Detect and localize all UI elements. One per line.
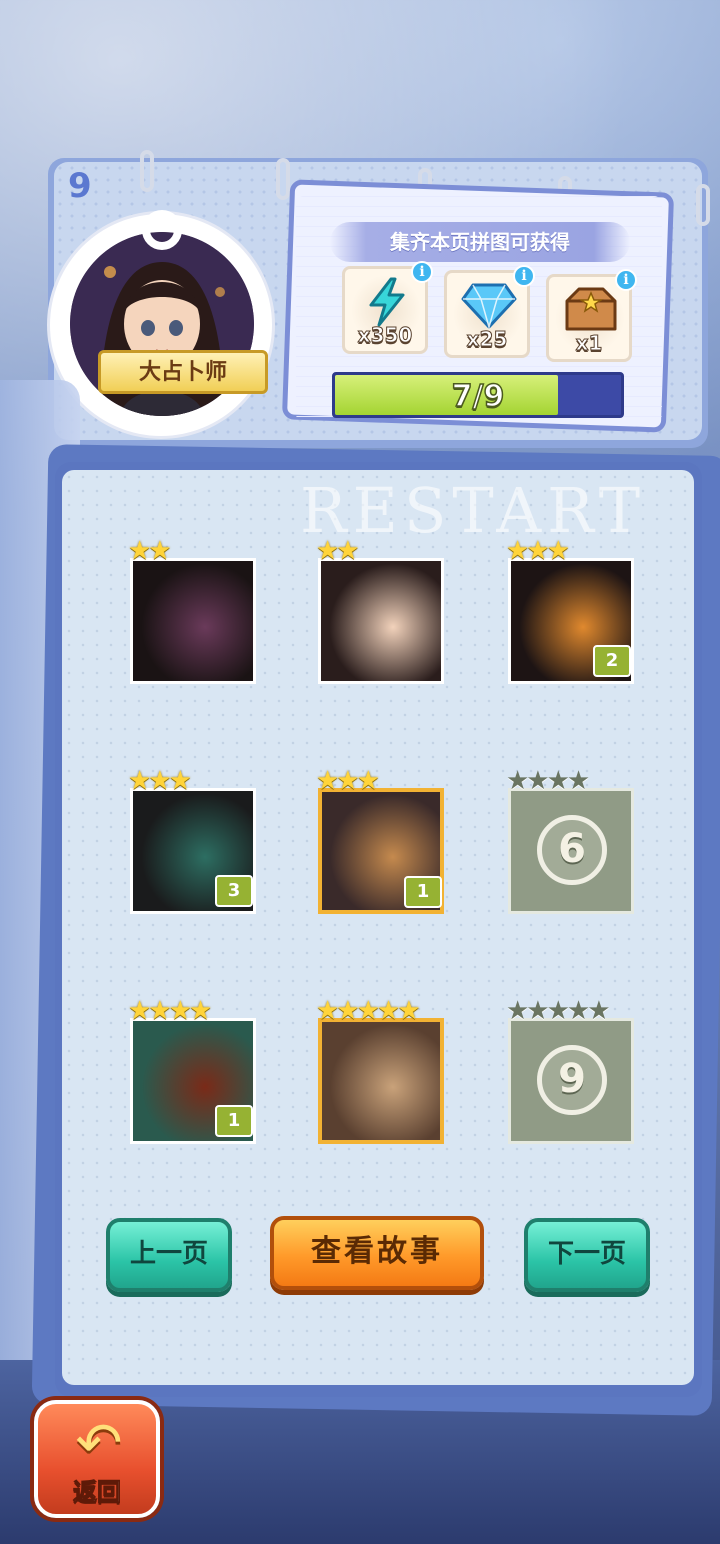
puzzle-piece-image — [133, 561, 253, 681]
info-icon[interactable]: i — [411, 261, 433, 283]
puzzle-piece[interactable] — [130, 558, 256, 684]
info-icon[interactable]: i — [513, 265, 535, 287]
reward-item-diamond[interactable]: x25 i — [444, 265, 535, 358]
binder-ring — [276, 158, 290, 200]
piece-count-badge: 3 — [215, 875, 253, 907]
reward-qty: x25 — [466, 327, 508, 352]
piece-star-rating: ★★★ — [506, 536, 570, 566]
puzzle-piece-image — [322, 1022, 440, 1140]
reward-qty: x1 — [575, 331, 603, 356]
piece-star-rating: ★★ — [128, 536, 172, 566]
puzzle-piece-image — [321, 561, 441, 681]
reward-title: 集齐本页拼图可获得 — [390, 230, 570, 254]
puzzle-piece[interactable]: 3 — [130, 788, 256, 914]
puzzle-piece[interactable]: 6 — [508, 788, 634, 914]
back-button[interactable]: ↶ 返回 — [34, 1400, 160, 1518]
next-page-button[interactable]: 下一页 — [524, 1218, 650, 1292]
piece-count-badge: 1 — [215, 1105, 253, 1137]
diamond-gem-icon — [461, 283, 517, 329]
puzzle-piece[interactable]: 2 — [508, 558, 634, 684]
piece-star-rating: ★★★★★ — [506, 996, 611, 1026]
piece-star-rating: ★★★ — [128, 766, 192, 796]
prev-page-button[interactable]: 上一页 — [106, 1218, 232, 1292]
info-icon[interactable]: i — [615, 269, 637, 291]
puzzle-piece[interactable] — [318, 1018, 444, 1144]
reward-item-chest[interactable]: x1 i — [546, 269, 637, 362]
puzzle-piece[interactable]: 1 — [318, 788, 444, 914]
progress-text: 7/9 — [451, 378, 505, 415]
piece-star-rating: ★★★★ — [128, 996, 212, 1026]
binder-ring — [696, 184, 710, 226]
back-arrow-icon: ↶ — [75, 1411, 123, 1476]
reward-item-energy[interactable]: x350 i — [342, 261, 433, 354]
piece-count-badge: 1 — [404, 876, 442, 908]
binder-ring — [140, 150, 154, 192]
restart-watermark: RESTART — [300, 474, 647, 547]
puzzle-piece[interactable]: 1 — [130, 1018, 256, 1144]
piece-star-rating: ★★★ — [316, 766, 380, 796]
puzzle-piece[interactable] — [318, 558, 444, 684]
piece-star-rating: ★★ — [316, 536, 360, 566]
level-number: 9 — [68, 166, 92, 206]
puzzle-piece[interactable]: 9 — [508, 1018, 634, 1144]
lightning-energy-icon — [369, 277, 405, 327]
view-story-button[interactable]: 查看故事 — [270, 1216, 484, 1290]
treasure-chest-icon — [565, 287, 617, 331]
collection-progress-bar: 7/9 — [332, 372, 624, 418]
character-name: 大占卜师 — [138, 360, 227, 385]
avatar-hang-loop — [142, 210, 182, 250]
back-label: 返回 — [73, 1478, 122, 1507]
piece-star-rating: ★★★★★ — [316, 996, 421, 1026]
reward-qty: x350 — [357, 323, 413, 348]
piece-count-badge: 2 — [593, 645, 631, 677]
piece-star-rating: ★★★★ — [506, 766, 590, 796]
locked-piece-number: 9 — [537, 1045, 607, 1115]
locked-piece-number: 6 — [537, 815, 607, 885]
